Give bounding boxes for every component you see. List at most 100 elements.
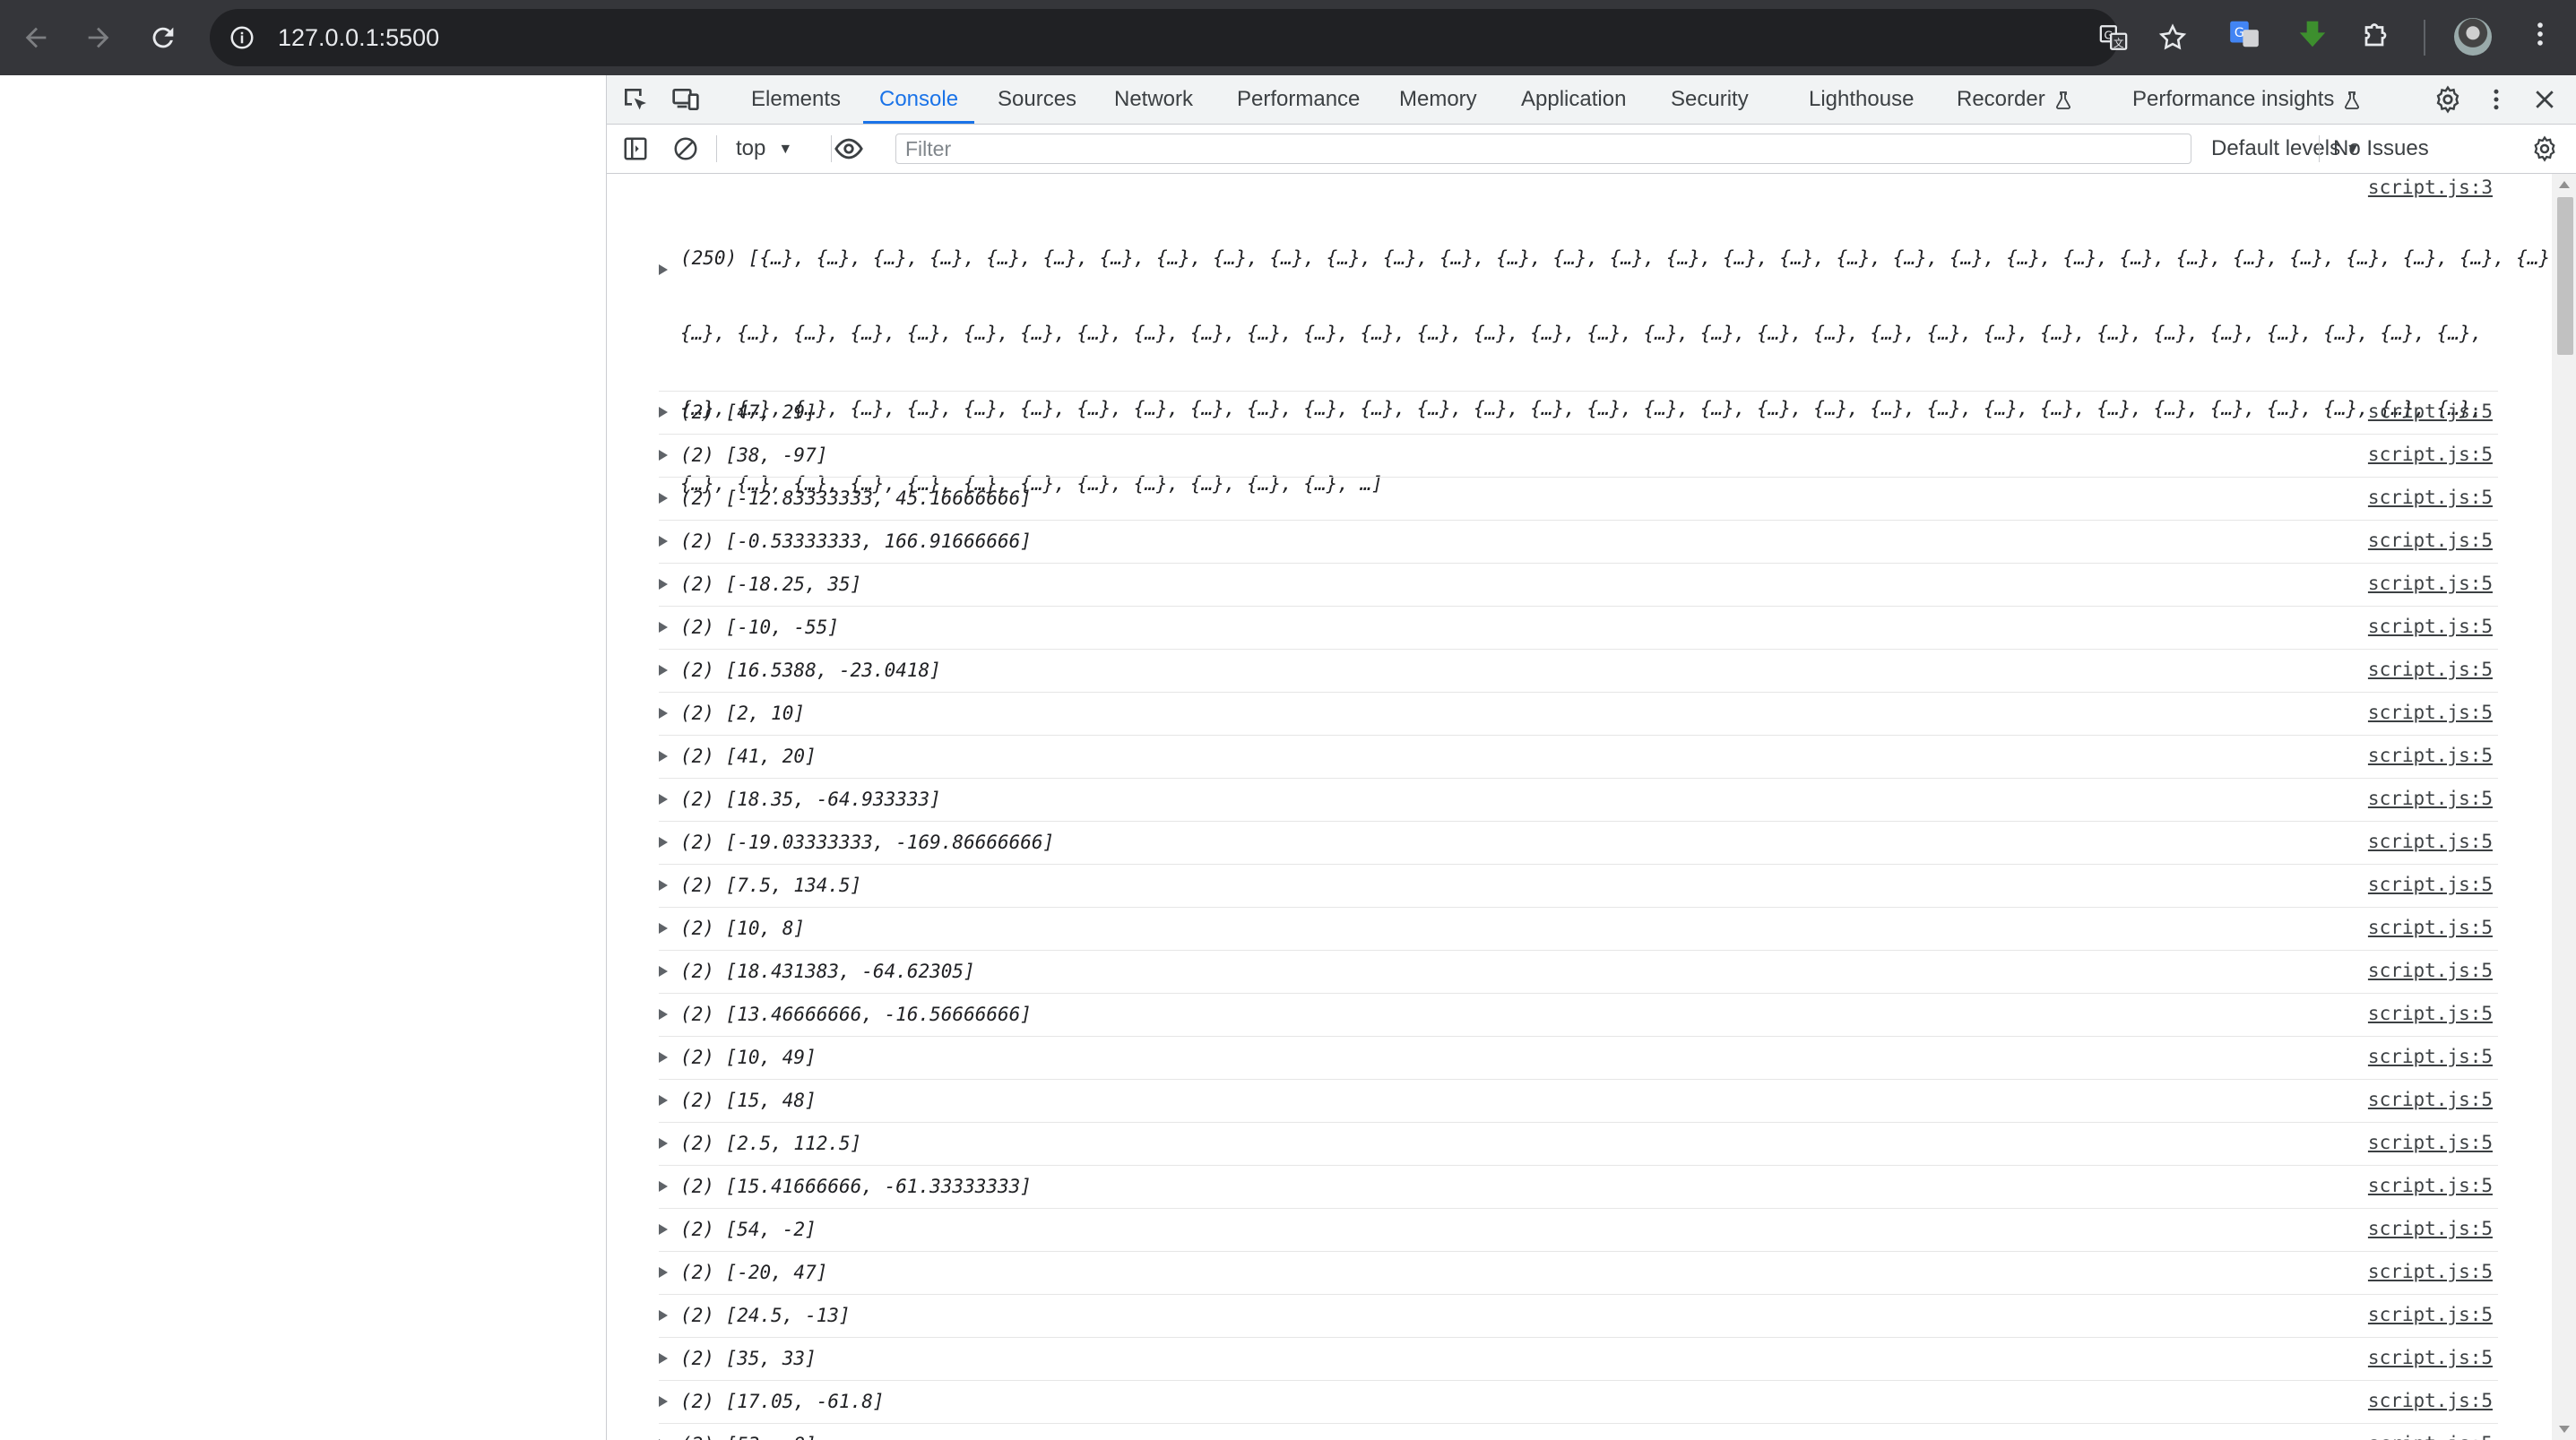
source-link[interactable]: script.js:5	[2368, 1122, 2493, 1163]
source-link[interactable]: script.js:3	[2368, 174, 2493, 201]
issues-counter[interactable]: No Issues	[2333, 125, 2429, 173]
expand-triangle-icon[interactable]	[659, 923, 668, 934]
expand-triangle-icon[interactable]	[659, 579, 668, 590]
expand-triangle-icon[interactable]	[659, 1009, 668, 1020]
expand-triangle-icon[interactable]	[659, 1224, 668, 1235]
tab-elements[interactable]: Elements	[751, 75, 841, 124]
source-link[interactable]: script.js:5	[2368, 1380, 2493, 1421]
sidebar-toggle-icon[interactable]	[619, 133, 652, 165]
tab-recorder[interactable]: Recorder	[1957, 75, 2074, 124]
source-link[interactable]: script.js:5	[2368, 1208, 2493, 1249]
console-message[interactable]: (2) [-0.53333333, 166.91666666] script.js…	[659, 520, 2498, 564]
console-message-array[interactable]: (250) [{…}, {…}, {…}, {…}, {…}, {…}, {…}…	[659, 174, 2552, 495]
source-link[interactable]: script.js:5	[2368, 821, 2493, 862]
console-message[interactable]: (2) [18.35, -64.933333] script.js:5	[659, 778, 2498, 822]
tab-lighthouse[interactable]: Lighthouse	[1809, 75, 1914, 124]
expand-triangle-icon[interactable]	[659, 493, 668, 504]
source-link[interactable]: script.js:5	[2368, 520, 2493, 561]
scrollbar[interactable]	[2552, 174, 2576, 1440]
back-button[interactable]	[13, 14, 59, 61]
puzzle-icon[interactable]	[2359, 16, 2395, 52]
avatar[interactable]	[2454, 18, 2492, 56]
expand-triangle-icon[interactable]	[659, 407, 668, 418]
console-message[interactable]: (2) [15.41666666, -61.33333333] script.js…	[659, 1165, 2498, 1209]
inspect-element-icon[interactable]	[619, 83, 652, 116]
console-message[interactable]: (2) [13.46666666, -16.56666666] script.js…	[659, 993, 2498, 1037]
console-message[interactable]: (2) [15, 48] script.js:5	[659, 1079, 2498, 1123]
source-link[interactable]: script.js:5	[2368, 1036, 2493, 1077]
google-translate-extension-icon[interactable]: G	[2226, 16, 2262, 52]
source-link[interactable]: script.js:5	[2368, 1337, 2493, 1378]
source-link[interactable]: script.js:5	[2368, 993, 2493, 1034]
console-message[interactable]: (2) [54, -2] script.js:5	[659, 1208, 2498, 1252]
scrollbar-thumb[interactable]	[2557, 197, 2573, 355]
console-message[interactable]: (2) [16.5388, -23.0418] script.js:5	[659, 649, 2498, 693]
download-icon[interactable]	[2295, 16, 2330, 52]
device-toolbar-icon[interactable]	[670, 83, 702, 116]
source-link[interactable]: script.js:5	[2368, 434, 2493, 475]
expand-triangle-icon[interactable]	[659, 1138, 668, 1149]
source-link[interactable]: script.js:5	[2368, 477, 2493, 518]
console-message[interactable]: (2) [24.5, -13] script.js:5	[659, 1294, 2498, 1338]
console-message[interactable]: (2) [7.5, 134.5] script.js:5	[659, 864, 2498, 908]
translate-icon[interactable]: G文	[2097, 22, 2130, 54]
expand-triangle-icon[interactable]	[659, 880, 668, 891]
expand-triangle-icon[interactable]	[659, 1095, 668, 1106]
expand-triangle-icon[interactable]	[659, 1052, 668, 1063]
console-message[interactable]: (2) [17.05, -61.8] script.js:5	[659, 1380, 2498, 1424]
source-link[interactable]: script.js:5	[2368, 864, 2493, 905]
console-message[interactable]: (2) [-18.25, 35] script.js:5	[659, 563, 2498, 607]
filter-input[interactable]	[895, 134, 2191, 164]
expand-triangle-icon[interactable]	[659, 1396, 668, 1407]
source-link[interactable]: script.js:5	[2368, 1251, 2493, 1292]
source-link[interactable]: script.js:5	[2368, 1423, 2493, 1440]
close-icon[interactable]	[2528, 83, 2561, 116]
scroll-down-arrow[interactable]	[2559, 1426, 2570, 1433]
source-link[interactable]: script.js:5	[2368, 1165, 2493, 1206]
expand-triangle-icon[interactable]	[659, 536, 668, 547]
gear-icon[interactable]	[2432, 83, 2464, 116]
source-link[interactable]: script.js:5	[2368, 950, 2493, 991]
star-icon[interactable]	[2157, 22, 2189, 54]
console-message[interactable]: (2) [10, 49] script.js:5	[659, 1036, 2498, 1080]
console-message[interactable]: (2) [47, 29] script.js:5	[659, 391, 2498, 435]
source-link[interactable]: script.js:5	[2368, 778, 2493, 819]
console-message[interactable]: (2) [38, -97] script.js:5	[659, 434, 2498, 478]
expand-triangle-icon[interactable]	[659, 794, 668, 805]
expand-triangle-icon[interactable]	[659, 837, 668, 848]
info-icon[interactable]	[224, 20, 260, 56]
source-link[interactable]: script.js:5	[2368, 606, 2493, 647]
console-message[interactable]: (2) [-20, 47] script.js:5	[659, 1251, 2498, 1295]
console-message[interactable]: (2) [2, 10] script.js:5	[659, 692, 2498, 736]
console-message[interactable]: (2) [35, 33] script.js:5	[659, 1337, 2498, 1381]
console-message[interactable]: (2) [-12.83333333, 45.16666666] script.js…	[659, 477, 2498, 521]
expand-triangle-icon[interactable]	[659, 622, 668, 633]
expand-triangle-icon[interactable]	[659, 1267, 668, 1278]
source-link[interactable]: script.js:5	[2368, 907, 2493, 948]
console-message[interactable]: (2) [2.5, 112.5] script.js:5	[659, 1122, 2498, 1166]
source-link[interactable]: script.js:5	[2368, 692, 2493, 733]
expand-triangle-icon[interactable]	[659, 665, 668, 676]
source-link[interactable]: script.js:5	[2368, 391, 2493, 432]
tab-memory[interactable]: Memory	[1399, 75, 1477, 124]
clear-console-icon[interactable]	[670, 133, 702, 165]
source-link[interactable]: script.js:5	[2368, 1079, 2493, 1120]
console-message[interactable]: (2) [10, 8] script.js:5	[659, 907, 2498, 951]
tab-performance-insights[interactable]: Performance insights	[2132, 75, 2363, 124]
eye-icon[interactable]	[833, 133, 865, 165]
console-message[interactable]: (2) [-19.03333333, -169.86666666] script.…	[659, 821, 2498, 865]
console-message[interactable]: (2) [41, 20] script.js:5	[659, 735, 2498, 779]
reload-button[interactable]	[140, 14, 186, 61]
expand-triangle-icon[interactable]	[659, 751, 668, 762]
source-link[interactable]: script.js:5	[2368, 735, 2493, 776]
source-link[interactable]: script.js:5	[2368, 649, 2493, 690]
expand-triangle-icon[interactable]	[659, 1181, 668, 1192]
console-settings-icon[interactable]	[2528, 133, 2561, 165]
more-options-icon[interactable]	[2480, 83, 2512, 116]
console-message[interactable]: (2) [53, -8] script.js:5	[659, 1423, 2498, 1440]
expand-triangle-icon[interactable]	[659, 1310, 668, 1321]
expand-triangle-icon[interactable]	[659, 264, 668, 275]
scroll-up-arrow[interactable]	[2559, 181, 2570, 188]
expand-triangle-icon[interactable]	[659, 1353, 668, 1364]
context-selector[interactable]: top ▼	[736, 125, 792, 174]
